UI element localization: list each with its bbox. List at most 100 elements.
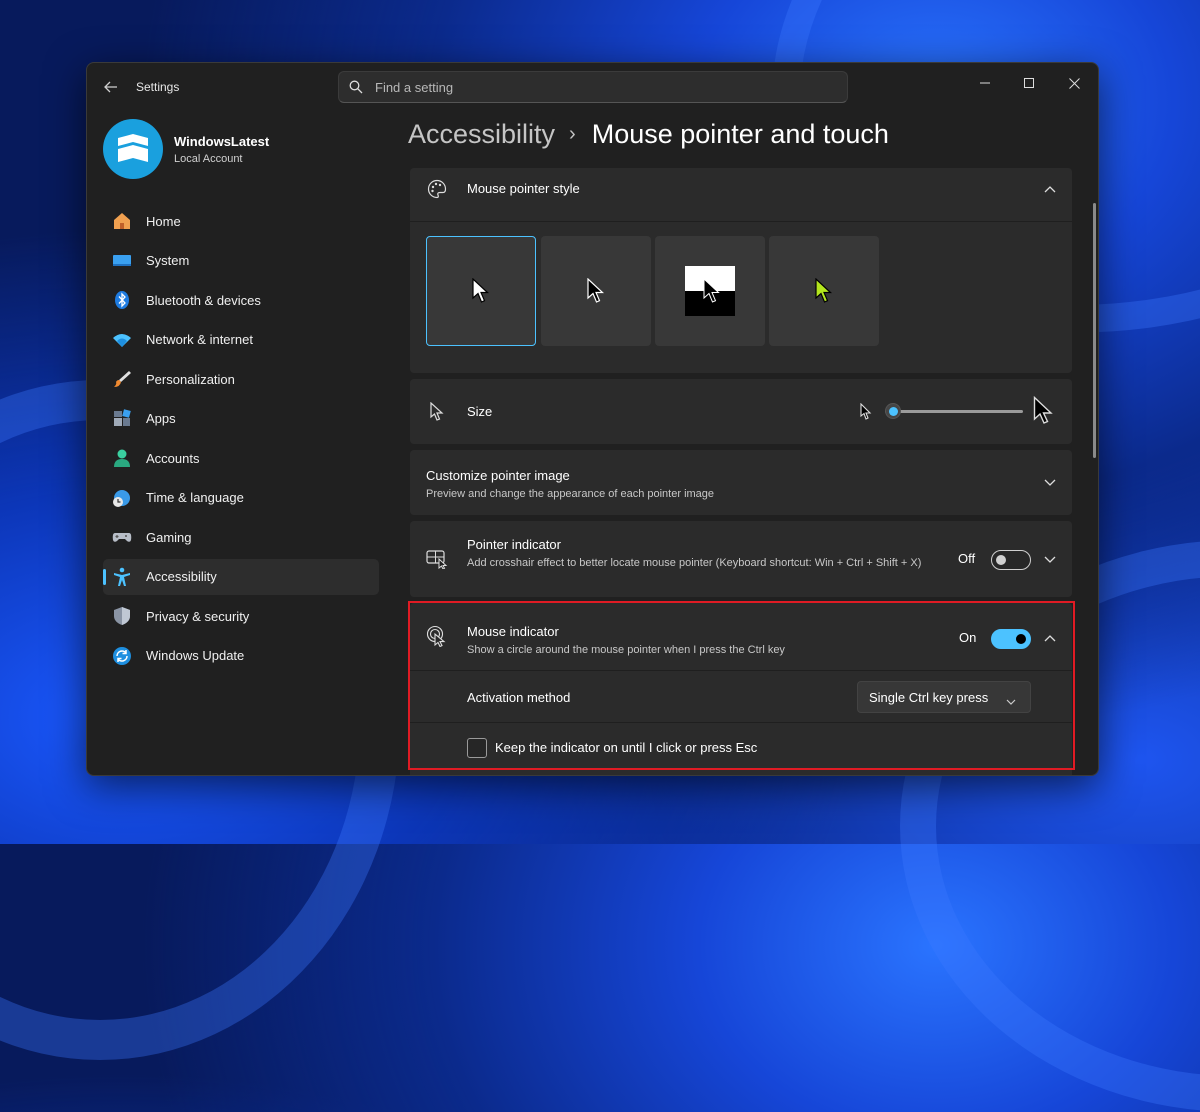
white-cursor-icon [472, 278, 490, 303]
pointer-style-header[interactable]: Mouse pointer style [410, 168, 1072, 222]
sidebar-item-accounts[interactable]: Accounts [103, 440, 379, 476]
mouse-indicator-icon [426, 625, 448, 647]
sidebar-item-label: Network & internet [146, 332, 253, 347]
sidebar-item-home[interactable]: Home [103, 203, 379, 239]
inverted-cursor-icon [685, 266, 735, 316]
custom-color-cursor-icon [815, 278, 833, 303]
home-icon [112, 211, 132, 231]
paintbrush-icon [112, 369, 132, 389]
chevron-down-icon [1006, 692, 1016, 710]
pointer-style-title: Mouse pointer style [467, 181, 580, 196]
sidebar-item-label: Gaming [146, 529, 192, 545]
sidebar-item-system[interactable]: System [103, 243, 379, 279]
sidebar-item-bluetooth[interactable]: Bluetooth & devices [103, 282, 379, 318]
activation-method-dropdown[interactable]: Single Ctrl key press [857, 681, 1031, 713]
person-icon [112, 448, 132, 468]
close-button[interactable] [1052, 69, 1096, 97]
sidebar-item-label: Apps [146, 411, 176, 426]
gamepad-icon [112, 527, 132, 547]
sidebar-item-gaming[interactable]: Gaming [103, 519, 379, 555]
chevron-down-icon[interactable] [1042, 552, 1058, 568]
activation-method-value: Single Ctrl key press [869, 689, 989, 705]
globe-clock-icon [112, 488, 132, 508]
pointer-style-custom-option[interactable] [769, 236, 879, 346]
mouse-indicator-description: Show a circle around the mouse pointer w… [467, 644, 785, 656]
pointer-indicator-state: Off [958, 551, 976, 566]
pointer-indicator-description: Add crosshair effect to better locate mo… [467, 557, 922, 569]
profile-name: WindowsLatest [174, 133, 270, 149]
keep-indicator-checkbox[interactable] [467, 738, 487, 758]
pointer-style-card: Mouse pointer style [410, 168, 1072, 373]
slider-thumb[interactable] [885, 403, 901, 419]
pointer-style-inverted-option[interactable] [655, 236, 765, 346]
maximize-button[interactable] [1007, 69, 1051, 97]
sidebar-item-network[interactable]: Network & internet [103, 322, 379, 358]
apps-icon [112, 408, 132, 429]
keep-indicator-row: Keep the indicator on until I click or p… [410, 723, 1072, 775]
search-input[interactable] [373, 78, 817, 96]
crosshair-pointer-icon [426, 548, 448, 570]
breadcrumb-parent-link[interactable]: Accessibility [408, 119, 555, 150]
customize-pointer-card[interactable]: Customize pointer image Preview and chan… [410, 450, 1072, 515]
pointer-style-black-option[interactable] [541, 236, 651, 346]
search-icon [339, 80, 373, 94]
sidebar-nav: Home System Bluetooth & devices Network … [103, 203, 379, 677]
user-profile[interactable]: WindowsLatest Local Account [103, 119, 269, 179]
pointer-indicator-toggle[interactable] [991, 550, 1031, 570]
wifi-icon [112, 330, 132, 350]
customize-pointer-description: Preview and change the appearance of eac… [426, 488, 715, 500]
update-icon [112, 646, 132, 666]
title-bar: Settings [87, 63, 1098, 111]
small-cursor-icon [860, 402, 872, 426]
back-button[interactable] [101, 77, 121, 97]
size-slider[interactable] [885, 403, 1023, 419]
minimize-button[interactable] [963, 69, 1007, 97]
sidebar-item-accessibility[interactable]: Accessibility [103, 558, 379, 595]
content-scrollbar[interactable] [1093, 203, 1096, 458]
mouse-indicator-header: Mouse indicator Show a circle around the… [410, 603, 1072, 671]
settings-window: Settings WindowsLatest Local Account [86, 62, 1099, 776]
sidebar-item-label: Time & language [146, 490, 244, 505]
sidebar-item-label: Privacy & security [146, 608, 250, 624]
sidebar-item-personalization[interactable]: Personalization [103, 361, 379, 397]
pointer-style-white-option[interactable] [426, 236, 536, 346]
sidebar-item-label: Accounts [146, 450, 200, 466]
breadcrumb: Accessibility › Mouse pointer and touch [408, 119, 889, 150]
palette-icon [426, 178, 448, 200]
black-cursor-icon [587, 278, 605, 303]
mouse-indicator-toggle[interactable] [991, 629, 1031, 649]
chevron-up-icon[interactable] [1042, 181, 1058, 197]
chevron-down-icon[interactable] [1042, 475, 1058, 491]
pointer-indicator-title: Pointer indicator [467, 537, 561, 552]
bluetooth-icon [112, 290, 132, 310]
search-box[interactable] [338, 71, 848, 103]
sidebar-item-label: System [146, 253, 190, 268]
sidebar-item-label: Accessibility [146, 569, 217, 584]
activation-method-row: Activation method Single Ctrl key press [410, 671, 1072, 723]
avatar [103, 119, 163, 179]
sidebar-item-label: Bluetooth & devices [146, 292, 261, 308]
sidebar-item-apps[interactable]: Apps [103, 401, 379, 437]
monitor-icon [112, 251, 132, 271]
sidebar-item-label: Home [146, 213, 181, 229]
sidebar-item-privacy[interactable]: Privacy & security [103, 598, 379, 634]
chevron-up-icon[interactable] [1042, 630, 1058, 646]
customize-pointer-title: Customize pointer image [426, 468, 570, 483]
mouse-indicator-title: Mouse indicator [467, 624, 559, 639]
app-title: Settings [136, 80, 180, 94]
cursor-icon [426, 401, 448, 423]
pointer-indicator-card: Pointer indicator Add crosshair effect t… [410, 521, 1072, 597]
close-icon [1068, 77, 1080, 89]
breadcrumb-separator: › [569, 123, 576, 145]
sidebar-item-windows-update[interactable]: Windows Update [103, 638, 379, 674]
shield-icon [112, 606, 132, 626]
slider-track [885, 410, 1023, 413]
profile-account-type: Local Account [174, 152, 243, 165]
maximize-icon [1024, 78, 1034, 88]
accessibility-icon [112, 567, 132, 587]
mouse-indicator-card: Mouse indicator Show a circle around the… [410, 603, 1072, 775]
large-cursor-icon [1033, 395, 1053, 431]
windowslatest-logo-icon [118, 134, 148, 162]
sidebar-item-time-language[interactable]: Time & language [103, 480, 379, 516]
keep-indicator-label: Keep the indicator on until I click or p… [495, 740, 758, 755]
